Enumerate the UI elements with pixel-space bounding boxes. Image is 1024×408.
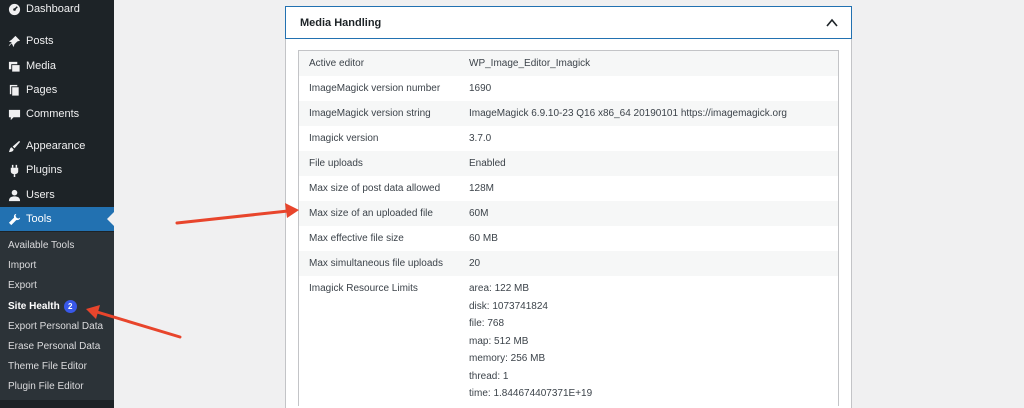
annotation-arrow-site-health <box>86 305 182 339</box>
annotation-arrow-upload-size <box>175 203 299 225</box>
annotation-arrows <box>86 203 299 339</box>
